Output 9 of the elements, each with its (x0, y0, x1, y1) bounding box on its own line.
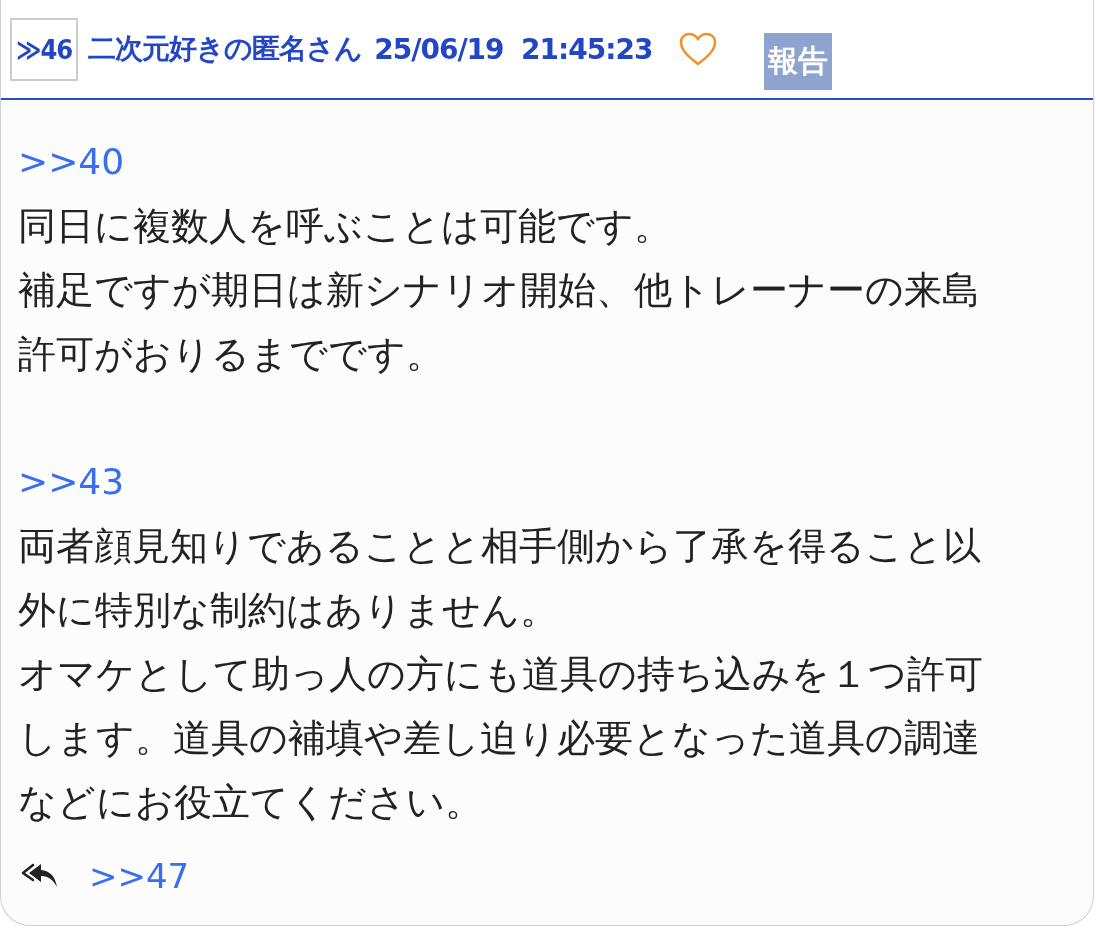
author-name: 二次元好きの匿名さん (88, 31, 363, 67)
reply-link[interactable]: >>47 (89, 856, 190, 896)
post-paragraph: 同日に複数人を呼ぶことは可能です。 補足ですが期日は新シナリオ開始、他トレーナーの来島 許可がおりるまでです。 (18, 203, 980, 378)
reply-anchor-link[interactable]: >>43 (18, 450, 125, 514)
reply-anchor-link[interactable]: >>40 (18, 130, 125, 194)
post-paragraph: 両者顔見知りであることと相手側から了承を得ること以 外に特別な制約はありません。 オマケとして助っ人の方にも道具の持ち込みを１つ許可 します。道具の補填や差し迫り必要となった道具の調達 などにお役立てください。 (18, 523, 983, 826)
report-button[interactable]: 報告 (764, 33, 833, 90)
post-timestamp: 25/06/19 21:45:23 (374, 32, 653, 66)
post-number-button[interactable]: ≫46 (10, 17, 79, 81)
